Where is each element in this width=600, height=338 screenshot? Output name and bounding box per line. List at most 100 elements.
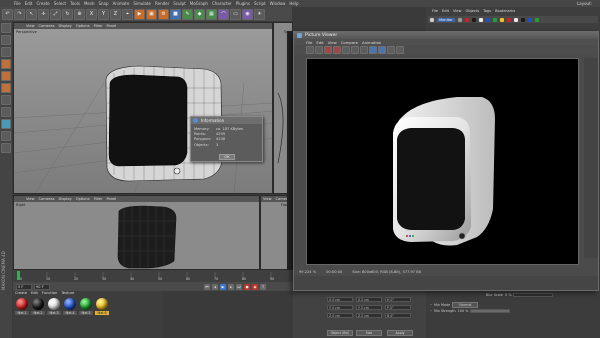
previous-key-icon[interactable]: ◂ bbox=[212, 283, 218, 290]
model-mode-icon[interactable] bbox=[1, 35, 11, 45]
mat-menu-edit[interactable]: Edit bbox=[31, 291, 38, 295]
menu-create[interactable]: Create bbox=[36, 1, 49, 6]
tweak-mode-icon[interactable] bbox=[1, 107, 11, 117]
menu-simulate[interactable]: Simulate bbox=[133, 1, 151, 6]
array-icon[interactable]: ▦ bbox=[206, 8, 217, 20]
picture-viewer-titlebar[interactable]: Picture Viewer bbox=[294, 32, 598, 39]
menu-tools[interactable]: Tools bbox=[70, 1, 80, 6]
material-tag-icon[interactable] bbox=[499, 17, 504, 22]
mix-mode-dropdown[interactable]: Normal bbox=[452, 302, 479, 308]
om-menu-bookmarks[interactable]: Bookmarks bbox=[495, 9, 515, 13]
render-canvas[interactable] bbox=[306, 58, 579, 265]
menu-render[interactable]: Render bbox=[155, 1, 169, 6]
blur-scale-value[interactable]: 0 % bbox=[505, 293, 511, 297]
menu-help[interactable]: Help bbox=[289, 1, 298, 6]
zoom-icon[interactable] bbox=[378, 46, 386, 54]
mix-strength-slider[interactable] bbox=[470, 309, 511, 313]
light-icon[interactable]: ☀ bbox=[254, 8, 265, 20]
material-tag-icon[interactable] bbox=[478, 17, 483, 22]
next-key-icon[interactable]: ▸ bbox=[228, 283, 234, 290]
rotate-icon[interactable]: ↻ bbox=[62, 8, 73, 20]
position-x-field[interactable]: X 0 cm bbox=[327, 297, 353, 302]
stop-render-icon[interactable] bbox=[333, 46, 341, 54]
open-icon[interactable] bbox=[306, 46, 314, 54]
autokey-icon[interactable]: ◉ bbox=[252, 283, 258, 290]
material-swatch[interactable]: Mat.2 bbox=[31, 298, 45, 315]
rotation-b-field[interactable]: B 0° bbox=[385, 313, 411, 318]
live-selection-icon[interactable]: ↖ bbox=[26, 8, 37, 20]
mat-menu-texture[interactable]: Texture bbox=[61, 291, 74, 295]
undo-icon[interactable]: ↶ bbox=[2, 8, 13, 20]
recent-tools-icon[interactable]: ⊕ bbox=[74, 8, 85, 20]
rotation-p-field[interactable]: P 0° bbox=[385, 305, 411, 310]
coordinate-system-icon[interactable]: ⌖ bbox=[122, 8, 133, 20]
ok-button[interactable]: OK bbox=[219, 154, 235, 160]
om-menu-tags[interactable]: Tags bbox=[483, 9, 491, 13]
pv-menu-compare[interactable]: Compare bbox=[341, 40, 358, 45]
pv-menu-view[interactable]: View bbox=[328, 40, 337, 45]
go-to-end-icon[interactable]: ⏭ bbox=[236, 283, 242, 290]
pv-menu-file[interactable]: File bbox=[306, 40, 312, 45]
snapping-icon[interactable] bbox=[1, 119, 11, 129]
floor-icon[interactable]: ▭ bbox=[230, 8, 241, 20]
render-view-icon[interactable]: ▶ bbox=[134, 8, 145, 20]
locked-workplane-icon[interactable] bbox=[1, 143, 11, 153]
menu-plugins[interactable]: Plugins bbox=[236, 1, 250, 6]
render-settings-icon[interactable]: ⚙ bbox=[158, 8, 169, 20]
material-tag-icon[interactable] bbox=[464, 17, 469, 22]
menu-character[interactable]: Character bbox=[212, 1, 232, 6]
menu-animate[interactable]: Animate bbox=[113, 1, 130, 6]
material-swatch[interactable]: Mat.5 bbox=[79, 298, 93, 315]
position-z-field[interactable]: Z 0 cm bbox=[327, 313, 353, 318]
histogram-icon[interactable] bbox=[387, 46, 395, 54]
pv-menu-edit[interactable]: Edit bbox=[316, 40, 323, 45]
filter-icon[interactable] bbox=[360, 46, 368, 54]
start-frame-field[interactable]: 0 F bbox=[16, 283, 32, 290]
material-tag-icon[interactable] bbox=[520, 17, 525, 22]
show-alpha-icon[interactable] bbox=[351, 46, 359, 54]
x-axis-icon[interactable]: X bbox=[86, 8, 97, 20]
polygons-mode-icon[interactable] bbox=[1, 83, 11, 93]
object-mode-dropdown[interactable]: Object (Rel) bbox=[327, 330, 353, 336]
menu-select[interactable]: Select bbox=[54, 1, 66, 6]
play-icon[interactable]: ▶ bbox=[220, 283, 226, 290]
axis-mode-icon[interactable] bbox=[1, 95, 11, 105]
position-y-field[interactable]: Y 0 cm bbox=[327, 305, 353, 310]
menu-edit[interactable]: Edit bbox=[25, 1, 33, 6]
size-y-field[interactable]: Y 0 cm bbox=[356, 305, 382, 310]
camera-icon[interactable]: ◉ bbox=[242, 8, 253, 20]
render-icon[interactable] bbox=[324, 46, 332, 54]
edges-mode-icon[interactable] bbox=[1, 71, 11, 81]
om-menu-view[interactable]: View bbox=[453, 9, 462, 13]
cube-icon[interactable]: ■ bbox=[170, 8, 181, 20]
zoom-readout[interactable]: 99.224 % bbox=[299, 270, 316, 274]
object-row[interactable]: Monitor bbox=[428, 16, 598, 23]
redo-icon[interactable]: ↷ bbox=[14, 8, 25, 20]
mat-menu-function[interactable]: Function bbox=[42, 291, 57, 295]
render-picture-viewer-icon[interactable]: ▣ bbox=[146, 8, 157, 20]
size-mode-dropdown[interactable]: Size bbox=[356, 330, 382, 336]
move-icon[interactable]: ✛ bbox=[38, 8, 49, 20]
keyframe-selection-icon[interactable]: ? bbox=[260, 283, 266, 290]
spline-pen-icon[interactable]: ✎ bbox=[182, 8, 193, 20]
scale-icon[interactable]: ⤢ bbox=[50, 8, 61, 20]
save-icon[interactable] bbox=[315, 46, 323, 54]
timeline[interactable]: 0 10 20 30 40 50 60 70 80 90 bbox=[13, 270, 293, 282]
om-menu-file[interactable]: File bbox=[432, 9, 438, 13]
y-axis-icon[interactable]: Y bbox=[98, 8, 109, 20]
material-tag-icon[interactable] bbox=[485, 17, 490, 22]
menu-sculpt[interactable]: Sculpt bbox=[173, 1, 186, 6]
end-frame-field[interactable]: 90 F bbox=[34, 283, 50, 290]
object-name[interactable]: Monitor bbox=[437, 17, 455, 22]
material-swatch-selected[interactable]: Mat.6 bbox=[95, 298, 109, 315]
rotation-h-field[interactable]: H 0° bbox=[385, 297, 411, 302]
material-tag-icon[interactable] bbox=[513, 17, 518, 22]
fullscreen-icon[interactable] bbox=[369, 46, 377, 54]
om-menu-objects[interactable]: Objects bbox=[466, 9, 480, 13]
material-swatch[interactable]: Mat.3 bbox=[47, 298, 61, 315]
workplane-icon[interactable] bbox=[1, 131, 11, 141]
size-z-field[interactable]: Z 0 cm bbox=[356, 313, 382, 318]
apply-button[interactable]: Apply bbox=[387, 330, 413, 336]
menu-window[interactable]: Window bbox=[270, 1, 286, 6]
record-icon[interactable]: ● bbox=[244, 283, 250, 290]
